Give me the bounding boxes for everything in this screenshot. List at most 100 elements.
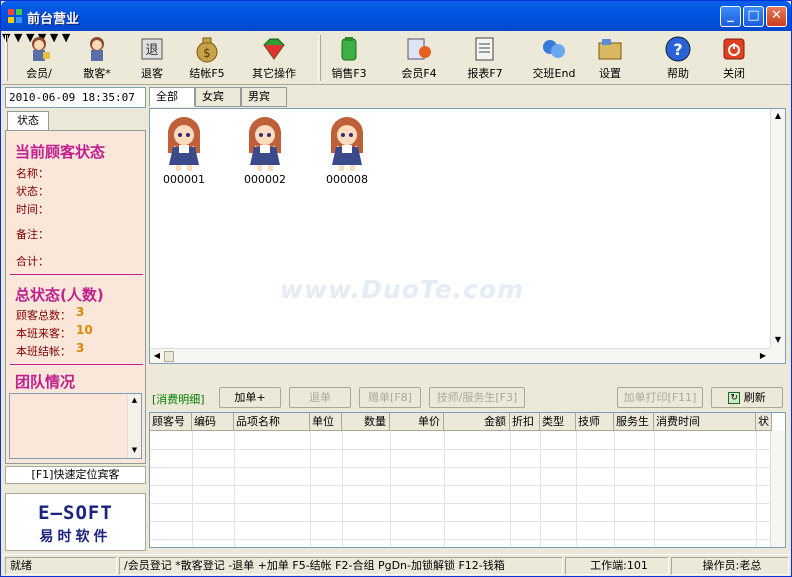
customer-id-label: 000002 (244, 173, 286, 186)
svg-text:$: $ (203, 46, 211, 60)
grid-col-line (756, 431, 757, 547)
column-header[interactable]: 服务生 (614, 413, 654, 431)
status-bar: 就绪 /会员登记 *散客登记 -退单 +加单 F5-结帐 F2-合组 PgDn-… (2, 554, 791, 576)
grid-col-line (614, 431, 615, 547)
detail-button-row: [消费明细] 加单+ 退单 赠单[F8] 技师/服务生[F3] 加单打印[F11… (149, 387, 786, 409)
toolbar-other-ops-button[interactable]: 其它操作 (248, 33, 300, 83)
close-window-button[interactable]: ✕ (766, 6, 787, 27)
field-total-label: 合计： (16, 255, 49, 268)
green-bottle-icon (341, 37, 357, 61)
window-title: 前台营业 (27, 12, 80, 27)
member-girl-icon (32, 37, 50, 61)
customer-item[interactable]: 000002 (235, 115, 295, 186)
toolbar-checkout-button[interactable]: $ 结帐F5 (182, 33, 232, 83)
total-customers-value: 3 (76, 305, 85, 319)
column-header[interactable]: 单位 (310, 413, 342, 431)
scroll-down-arrow-icon[interactable]: ▼ (128, 444, 141, 457)
customer-id-label: 000001 (163, 173, 205, 186)
add-order-button[interactable]: 加单+ (219, 387, 281, 408)
column-header[interactable]: 品项名称 (234, 413, 310, 431)
shift-arrivals-label: 本班来客： (16, 327, 71, 340)
divider (10, 364, 143, 365)
checkout-guest-icon: 退 (141, 38, 163, 60)
column-header[interactable]: 顾客号 (150, 413, 192, 431)
customer-item[interactable]: 000001 (154, 115, 214, 186)
toolbar-checkout-guest-button[interactable]: 退 退客 (132, 33, 172, 83)
toolbar: 会员/ 散客* 退 退客 $ 结帐F5 ▼ 其它操作 ▼ 销售F3 ▼ 会员F4 (2, 31, 790, 85)
horizontal-scroll-thumb[interactable] (164, 351, 174, 362)
watermark-text: www.DuoTe.com (280, 275, 525, 304)
toolbar-grip (5, 35, 8, 81)
print-add-order-button[interactable]: 加单打印[F11] (617, 387, 703, 408)
toolbar-settings-button[interactable]: 设置 (590, 33, 630, 83)
icon-area-vertical-scrollbar[interactable]: ▲ ▼ (770, 109, 785, 363)
grid-row-line (150, 539, 770, 540)
app-icon (8, 9, 22, 23)
toolbar-walkin-guest-button[interactable]: 散客* (70, 33, 124, 83)
column-header[interactable]: 状 (756, 413, 772, 431)
scroll-down-arrow-icon[interactable]: ▼ (771, 333, 785, 347)
column-header[interactable]: 折扣 (510, 413, 540, 431)
column-header[interactable]: 编码 (192, 413, 234, 431)
esoft-logo: E—SOFT 易时软件 (5, 493, 146, 551)
title-bar[interactable]: 前台营业 _ □ ✕ (1, 1, 791, 31)
settings-icon (598, 39, 622, 60)
field-note-label: 备注： (16, 228, 49, 241)
field-state-label: 状态： (16, 185, 49, 198)
money-bag-icon: $ (196, 37, 218, 63)
column-header[interactable]: 金额 (444, 413, 510, 431)
grid-col-line (540, 431, 541, 547)
status-state: 就绪 (5, 557, 117, 575)
team-status-scrollbar[interactable]: ▲ ▼ (127, 394, 141, 458)
gift-order-button[interactable]: 赠单[F8] (359, 387, 421, 408)
grid-vertical-scrollbar[interactable] (770, 431, 785, 547)
status-terminal: 工作端:101 (565, 557, 669, 575)
scroll-right-arrow-icon[interactable]: ▶ (756, 349, 770, 363)
tab-female[interactable]: 女宾 (195, 87, 241, 107)
toolbar-help-button[interactable]: ? 帮助 (658, 33, 698, 83)
report-icon (475, 37, 494, 61)
maximize-button[interactable]: □ (743, 6, 764, 27)
power-icon (723, 38, 745, 60)
toolbar-separator (318, 35, 321, 81)
scroll-up-arrow-icon[interactable]: ▲ (771, 109, 785, 123)
status-operator: 操作员:老总 (671, 557, 789, 575)
column-header[interactable]: 消费时间 (654, 413, 756, 431)
toolbar-shift-handover-button[interactable]: 交班End (528, 33, 580, 83)
refund-order-button[interactable]: 退单 (289, 387, 351, 408)
refresh-button[interactable]: ↻ 刷新 (711, 387, 783, 408)
customer-item[interactable]: 000008 (317, 115, 377, 186)
team-status-title: 团队情况 (15, 373, 76, 391)
current-customer-status-title: 当前顾客状态 (15, 143, 106, 161)
team-status-box[interactable]: ▲ ▼ (9, 393, 142, 459)
help-icon: ? (665, 36, 691, 62)
toolbar-report-button[interactable]: 报表F7 (462, 33, 508, 83)
column-header[interactable]: 数量 (342, 413, 390, 431)
toolbar-member-checkin-button[interactable]: 会员/ (14, 33, 64, 83)
quick-locate-button[interactable]: [F1]快速定位宾客 (5, 466, 146, 484)
toolbar-sales-button[interactable]: 销售F3 (326, 33, 372, 83)
grid-col-line (192, 431, 193, 547)
tab-all[interactable]: 全部 (149, 87, 195, 107)
assign-staff-button[interactable]: 技师/服务生[F3] (429, 387, 525, 408)
scroll-left-arrow-icon[interactable]: ◀ (150, 349, 164, 363)
toolbar-close-button[interactable]: 关闭 (714, 33, 754, 83)
left-panel: 2010-06-09 18:35:07 状态 当前顾客状态 名称： 状态： 时间… (5, 87, 146, 553)
icon-area-horizontal-scrollbar[interactable]: ◀ ▶ (150, 348, 771, 363)
tab-status[interactable]: 状态 (7, 111, 49, 130)
column-header[interactable]: 类型 (540, 413, 576, 431)
refresh-label: 刷新 (743, 391, 766, 404)
customer-id-label: 000008 (326, 173, 368, 186)
shift-checkouts-value: 3 (76, 341, 85, 355)
svg-text:退: 退 (145, 43, 158, 58)
grid-col-line (310, 431, 311, 547)
toolbar-member-button[interactable]: 会员F4 (394, 33, 444, 83)
minimize-button[interactable]: _ (720, 6, 741, 27)
column-header[interactable]: 单价 (390, 413, 444, 431)
column-header[interactable]: 技师 (576, 413, 614, 431)
customer-girl-icon (249, 117, 281, 171)
grid-row-line (150, 503, 770, 504)
tab-male[interactable]: 男宾 (241, 87, 287, 107)
scroll-up-arrow-icon[interactable]: ▲ (128, 394, 141, 407)
grid-row-line (150, 521, 770, 522)
